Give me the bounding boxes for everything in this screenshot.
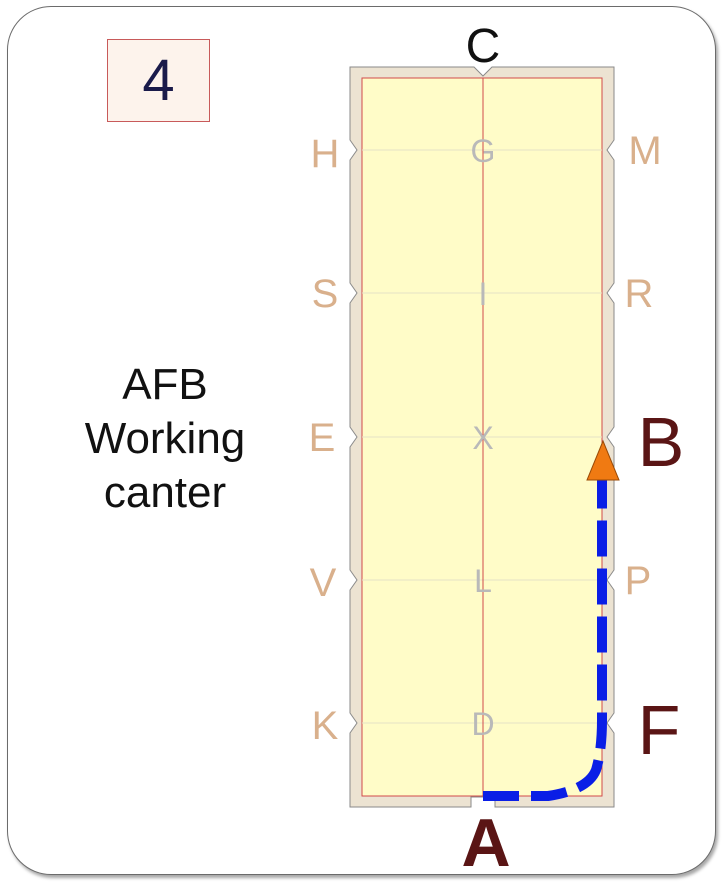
letter-M: M <box>628 129 661 173</box>
letter-V: V <box>310 561 337 605</box>
letter-I: I <box>479 276 488 312</box>
letter-D: D <box>471 706 494 742</box>
letter-C: C <box>466 20 501 73</box>
letter-A: A <box>461 805 510 881</box>
letter-L: L <box>474 563 492 599</box>
letter-P: P <box>625 559 652 603</box>
letter-K: K <box>312 704 339 748</box>
arena-diagram: G I X L D H S E V K M R P C A B F <box>309 20 685 881</box>
letter-S: S <box>312 272 339 316</box>
letter-G: G <box>471 133 496 169</box>
letter-B: B <box>638 403 685 481</box>
letter-F: F <box>638 691 681 769</box>
letter-E: E <box>309 416 336 460</box>
letter-H: H <box>311 132 340 176</box>
letter-R: R <box>625 272 654 316</box>
letter-X: X <box>472 420 493 456</box>
